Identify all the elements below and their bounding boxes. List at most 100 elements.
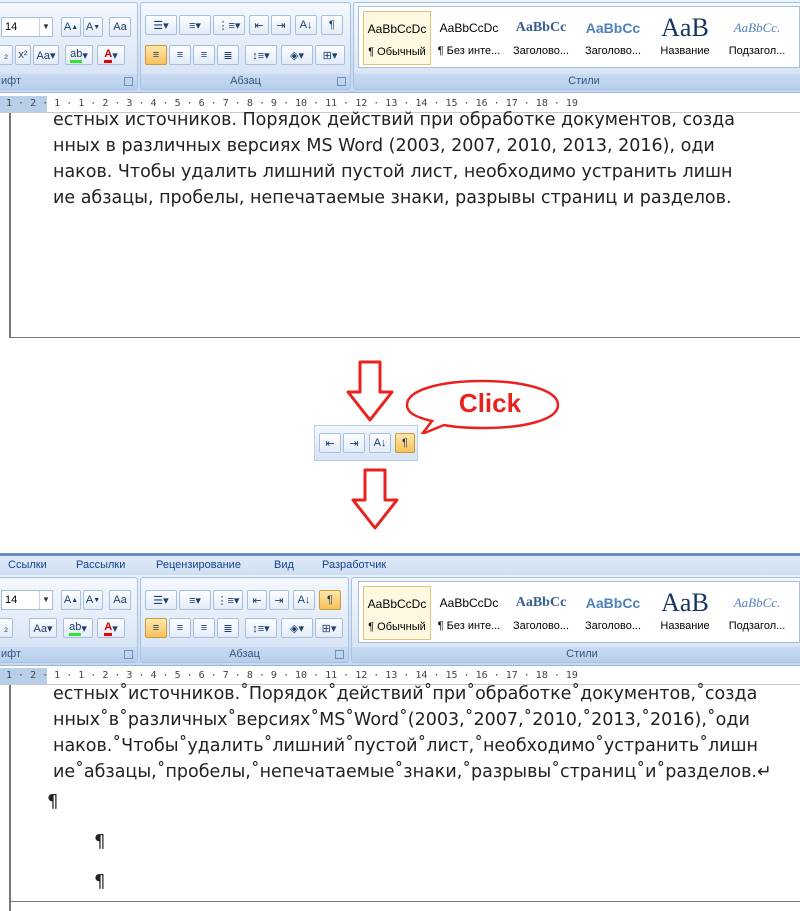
style-sample: AaBbCc: [585, 595, 641, 611]
style-normal[interactable]: AaBbCcDc ¶ Обычный: [363, 11, 431, 65]
page-bottom-border: [9, 337, 800, 338]
show-marks-button[interactable]: ¶: [395, 433, 415, 453]
numbering-button[interactable]: ≡▾: [179, 590, 211, 610]
style-no-spacing[interactable]: AaBbCcDc ¶ Без инте...: [435, 586, 503, 640]
borders-button[interactable]: ⊞▾: [315, 618, 343, 638]
increase-indent-button[interactable]: ⇥: [343, 433, 365, 453]
styles-gallery: AaBbCcDc ¶ Обычный AaBbCcDc ¶ Без инте..…: [358, 581, 800, 643]
page-bottom-border: [9, 901, 800, 902]
align-center-button[interactable]: ≡: [169, 45, 191, 65]
chevron-down-icon[interactable]: ▼: [39, 18, 52, 36]
show-marks-button[interactable]: ¶: [321, 15, 343, 35]
tab-review[interactable]: Рецензирование: [156, 559, 241, 571]
multilevel-list-button[interactable]: ⋮≡▾: [213, 15, 245, 35]
line-spacing-button[interactable]: ↕≡▾: [245, 45, 277, 65]
grow-font-button[interactable]: A ▲: [61, 590, 81, 610]
style-subtitle[interactable]: AaBbCc. Подзагол...: [723, 586, 791, 640]
style-sample: AaB: [661, 588, 709, 617]
shrink-font-button[interactable]: A ▼: [83, 17, 103, 37]
borders-button[interactable]: ⊞▾: [315, 45, 345, 65]
decrease-indent-button[interactable]: ⇤: [249, 15, 269, 35]
style-subtitle[interactable]: AaBbCc. Подзагол...: [723, 11, 791, 65]
style-no-spacing[interactable]: AaBbCcDc ¶ Без инте...: [435, 11, 503, 65]
align-right-button[interactable]: ≡: [193, 45, 215, 65]
chevron-down-icon[interactable]: ▼: [39, 591, 52, 609]
paragraph-group-label: Абзац: [141, 647, 348, 662]
style-sample: AaBbCcDc: [439, 21, 499, 35]
font-size-combo[interactable]: 14 ▼: [1, 590, 53, 610]
down-arrow-icon: [346, 360, 394, 422]
increase-indent-button[interactable]: ⇥: [271, 15, 291, 35]
styles-group-label: Стили: [354, 74, 800, 89]
tab-references[interactable]: Ссылки: [8, 559, 47, 571]
multilevel-list-button[interactable]: ⋮≡▾: [213, 590, 243, 610]
font-group: 14 ▼ A ▲ A ▼ Aa ₂ Aa▾ ab ▾ A ▾ ифт: [0, 577, 138, 663]
paragraph-group: ☰▾ ≡▾ ⋮≡▾ ⇤ ⇥ A↓ ¶ ≡ ≡ ≡ ≣ ↕≡▾ ◈▾ ⊞▾ Абз…: [140, 2, 351, 90]
numbering-button[interactable]: ≡▾: [179, 15, 211, 35]
dialog-launcher-icon[interactable]: [337, 77, 346, 86]
grow-font-button[interactable]: A ▲: [61, 17, 81, 37]
style-title[interactable]: AaB Название: [651, 586, 719, 640]
subscript-button[interactable]: ₂: [0, 618, 13, 638]
shading-button[interactable]: ◈▾: [281, 45, 313, 65]
dialog-launcher-icon[interactable]: [124, 650, 133, 659]
font-color-icon: A: [104, 48, 113, 63]
style-heading2[interactable]: AaBbCc Заголово...: [579, 11, 647, 65]
style-heading1[interactable]: AaBbCc Заголово...: [507, 586, 575, 640]
style-heading1[interactable]: AaBbCc Заголово...: [507, 11, 575, 65]
justify-button[interactable]: ≣: [217, 618, 239, 638]
highlight-button[interactable]: ab ▾: [63, 618, 93, 638]
style-heading2[interactable]: AaBbCc Заголово...: [579, 586, 647, 640]
shrink-font-button[interactable]: A ▼: [83, 590, 103, 610]
line-spacing-button[interactable]: ↕≡▾: [245, 618, 277, 638]
pilcrow-mark: ¶: [94, 871, 106, 892]
sort-button[interactable]: A↓: [295, 15, 317, 35]
align-center-button[interactable]: ≡: [169, 618, 191, 638]
highlight-button[interactable]: ab ▾: [65, 45, 93, 65]
shading-button[interactable]: ◈▾: [281, 618, 313, 638]
text-line: ие абзацы, пробелы, непечатаемые знаки, …: [53, 188, 732, 208]
font-size-value: 14: [5, 21, 18, 33]
style-title[interactable]: AaB Название: [651, 11, 719, 65]
clear-format-button[interactable]: Aa: [109, 17, 131, 37]
document-before[interactable]: естных источников. Порядок действий при …: [0, 110, 800, 338]
style-name: Название: [660, 45, 710, 57]
bullets-button[interactable]: ☰▾: [145, 15, 177, 35]
style-name: Заголово...: [584, 620, 642, 632]
style-name: ¶ Без инте...: [437, 45, 501, 57]
subscript-button[interactable]: ₂: [0, 45, 13, 65]
sort-button[interactable]: A↓: [369, 433, 391, 453]
style-normal[interactable]: AaBbCcDc ¶ Обычный: [363, 586, 431, 640]
change-case-button[interactable]: Aa▾: [33, 45, 59, 65]
style-sample: AaBbCcDc: [367, 22, 427, 36]
tab-developer[interactable]: Разработчик: [322, 559, 386, 571]
font-size-combo[interactable]: 14 ▼: [1, 17, 53, 37]
tab-view[interactable]: Вид: [274, 559, 294, 571]
increase-indent-button[interactable]: ⇥: [269, 590, 289, 610]
text-line: наков. Чтобы удалить лишний пустой лист,…: [53, 162, 733, 182]
decrease-indent-button[interactable]: ⇤: [319, 433, 341, 453]
align-left-button[interactable]: ≡: [145, 45, 167, 65]
font-color-button[interactable]: A ▾: [97, 45, 125, 65]
clear-format-button[interactable]: Aa: [109, 590, 131, 610]
style-name: ¶ Обычный: [368, 46, 426, 58]
justify-button[interactable]: ≣: [217, 45, 239, 65]
document-after[interactable]: естных˚источников.˚Порядок˚действий˚при˚…: [0, 684, 800, 911]
change-case-button[interactable]: Aa▾: [29, 618, 57, 638]
dialog-launcher-icon[interactable]: [124, 77, 133, 86]
tab-mailings[interactable]: Рассылки: [76, 559, 125, 571]
dialog-launcher-icon[interactable]: [335, 650, 344, 659]
show-marks-button[interactable]: ¶: [319, 590, 341, 610]
sort-button[interactable]: A↓: [293, 590, 315, 610]
decrease-indent-button[interactable]: ⇤: [247, 590, 267, 610]
align-right-button[interactable]: ≡: [193, 618, 215, 638]
text-line: естных источников. Порядок действий при …: [53, 110, 735, 130]
ribbon-tabs: Ссылки Рассылки Рецензирование Вид Разра…: [0, 553, 800, 575]
font-color-button[interactable]: A ▾: [97, 618, 125, 638]
align-left-button[interactable]: ≡: [145, 618, 167, 638]
styles-group-label: Стили: [352, 647, 800, 662]
text-line: естных˚источников.˚Порядок˚действий˚при˚…: [53, 684, 758, 704]
font-group-label: ифт: [0, 74, 137, 89]
bullets-button[interactable]: ☰▾: [145, 590, 177, 610]
superscript-button[interactable]: x²: [15, 45, 31, 65]
